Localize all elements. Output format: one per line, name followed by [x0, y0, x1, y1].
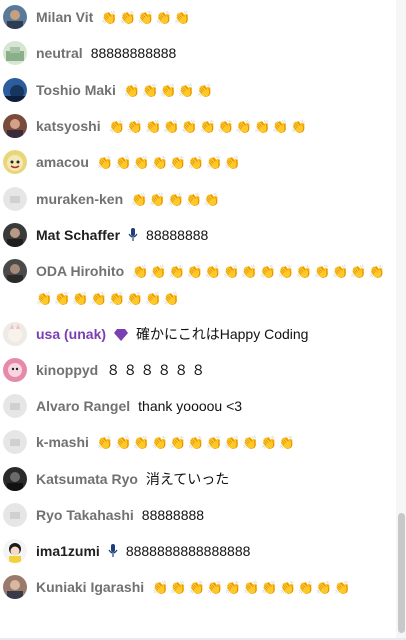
chat-author[interactable]: Katsumata Ryo	[36, 471, 138, 487]
chat-line: k-mashi 👏👏👏👏👏👏👏👏👏👏👏	[36, 429, 388, 456]
chat-text: 👏👏👏👏👏	[131, 192, 223, 207]
chat-author[interactable]: kinoppyd	[36, 362, 98, 378]
chat-text: 確かにこれはHappy Coding	[136, 326, 309, 342]
chat-author[interactable]: usa (unak)	[36, 326, 106, 342]
chat-author[interactable]: k-mashi	[36, 434, 89, 450]
avatar[interactable]	[3, 322, 27, 346]
avatar[interactable]	[3, 41, 27, 65]
chat-line: Ryo Takahashi 88888888	[36, 502, 388, 528]
chat-text: 👏👏👏👏👏	[101, 10, 193, 25]
avatar[interactable]	[3, 223, 27, 247]
chat-author[interactable]: Mat Schaffer	[36, 227, 120, 243]
chat-author[interactable]: neutral	[36, 45, 83, 61]
chat-author[interactable]: Toshio Maki	[36, 82, 116, 98]
chat-author[interactable]: Alvaro Rangel	[36, 398, 130, 414]
avatar[interactable]	[3, 187, 27, 211]
microphone-icon	[128, 224, 138, 250]
chat-text: 88888888888	[90, 45, 177, 61]
chat-author[interactable]: Ryo Takahashi	[36, 507, 134, 523]
avatar[interactable]	[3, 5, 27, 29]
chat-line: usa (unak) 確かにこれはHappy Coding	[36, 321, 388, 349]
chat-line: muraken-ken 👏👏👏👏👏	[36, 186, 388, 213]
chat-line: neutral 88888888888	[36, 40, 388, 66]
avatar[interactable]	[3, 358, 27, 382]
chat-author[interactable]: muraken-ken	[36, 191, 123, 207]
avatar[interactable]	[3, 150, 27, 174]
chat-line: Toshio Maki 👏👏👏👏👏	[36, 77, 388, 104]
chat-text: 👏👏👏👏👏👏👏👏	[96, 155, 243, 170]
chat-text: 8888888888888888	[125, 543, 251, 559]
chat-text: ８８８８８８	[106, 362, 209, 378]
chat-author[interactable]: amacou	[36, 154, 89, 170]
chat-text: 👏👏👏👏👏👏👏👏👏👏👏	[152, 580, 353, 595]
avatar[interactable]	[3, 467, 27, 491]
chat-line: kinoppyd ８８８８８８	[36, 357, 388, 383]
avatar[interactable]	[3, 430, 27, 454]
chat-line: amacou 👏👏👏👏👏👏👏👏	[36, 149, 388, 176]
scrollbar-track[interactable]	[396, 0, 406, 640]
live-chat-list: Milan Vit 👏👏👏👏👏 neutral 88888888888 Toshio…	[0, 0, 396, 640]
avatar[interactable]	[3, 394, 27, 418]
microphone-icon	[108, 540, 118, 566]
chat-line: Alvaro Rangel thank yoooou <3	[36, 393, 388, 419]
chat-line: ima1zumi 8888888888888888	[36, 538, 388, 566]
diamond-icon	[114, 323, 129, 349]
chat-line: katsyoshi 👏👏👏👏👏👏👏👏👏👏👏	[36, 113, 388, 140]
chat-text: 👏👏👏👏👏👏👏👏👏👏👏	[108, 119, 309, 134]
chat-author[interactable]: Milan Vit	[36, 9, 93, 25]
chat-line: Katsumata Ryo 消えていった	[36, 466, 388, 492]
chat-line: Milan Vit 👏👏👏👏👏	[36, 4, 388, 31]
avatar[interactable]	[3, 503, 27, 527]
scrollbar-thumb[interactable]	[398, 513, 405, 633]
avatar[interactable]	[3, 114, 27, 138]
chat-text: 👏👏👏👏👏👏👏👏👏👏👏	[96, 435, 297, 450]
chat-text: 88888888	[141, 507, 205, 523]
chat-text: 👏👏👏👏👏	[123, 83, 215, 98]
avatar[interactable]	[3, 575, 27, 599]
chat-line: ODA Hirohito 👏👏👏👏👏👏👏👏👏👏👏👏👏👏👏👏👏👏👏👏👏👏	[36, 258, 388, 312]
chat-text: 88888888	[146, 227, 209, 243]
chat-line: Kuniaki Igarashi 👏👏👏👏👏👏👏👏👏👏👏	[36, 574, 388, 601]
avatar[interactable]	[3, 539, 27, 563]
chat-text: 消えていった	[145, 471, 230, 487]
chat-author[interactable]: ODA Hirohito	[36, 263, 124, 279]
avatar[interactable]	[3, 259, 27, 283]
avatar[interactable]	[3, 78, 27, 102]
chat-author[interactable]: katsyoshi	[36, 118, 101, 134]
chat-author[interactable]: Kuniaki Igarashi	[36, 579, 144, 595]
chat-line: Mat Schaffer 88888888	[36, 222, 388, 250]
chat-text: thank yoooou <3	[138, 398, 243, 414]
chat-author[interactable]: ima1zumi	[36, 543, 100, 559]
